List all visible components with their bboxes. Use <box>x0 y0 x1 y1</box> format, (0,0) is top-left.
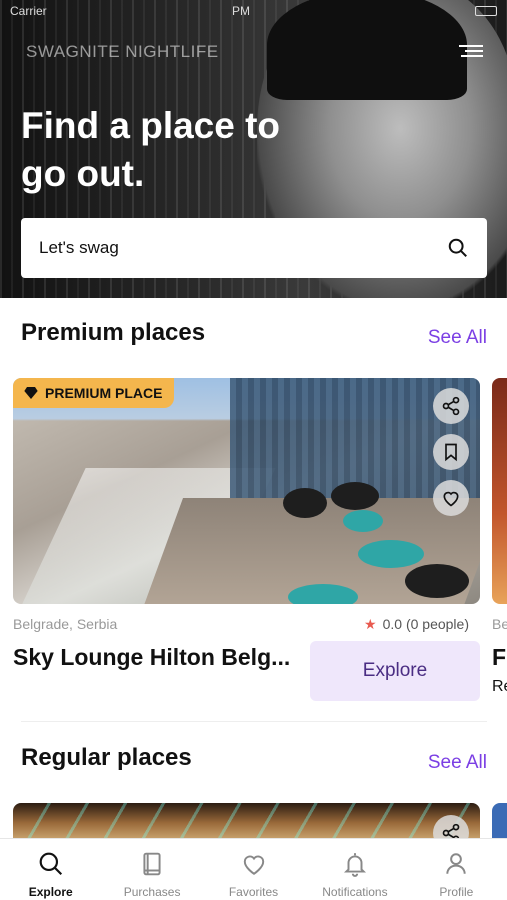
next-place-sub: Re <box>492 678 507 695</box>
regular-section-title: Regular places <box>21 744 192 771</box>
rating-text: 0.0 (0 people) <box>382 616 469 632</box>
next-regular-card[interactable] <box>492 803 507 843</box>
hero-portrait-hair <box>267 0 467 100</box>
regular-place-image[interactable] <box>13 803 480 843</box>
next-place-card[interactable] <box>492 378 507 604</box>
tab-label: Profile <box>439 885 474 899</box>
section-divider <box>21 721 487 722</box>
search-icon <box>39 852 62 876</box>
premium-badge-label: PREMIUM PLACE <box>45 385 163 401</box>
book-icon <box>143 852 161 876</box>
page-headline: Find a place to go out. <box>21 105 281 194</box>
user-icon <box>446 853 466 874</box>
share-icon <box>442 396 460 416</box>
search-input[interactable]: Let's swag <box>21 218 487 278</box>
tab-favorites[interactable]: Favorites <box>203 839 304 900</box>
place-name[interactable]: Sky Lounge Hilton Belg... <box>13 644 305 671</box>
star-icon: ★ <box>364 616 377 632</box>
favorite-button[interactable] <box>433 480 469 516</box>
search-text: Let's swag <box>39 238 119 257</box>
status-time: PM <box>232 4 250 18</box>
tab-label: Explore <box>28 885 73 899</box>
tab-label: Favorites <box>228 885 279 899</box>
tab-label: Notifications <box>322 885 388 899</box>
bookmark-icon <box>445 443 457 462</box>
premium-place-card[interactable]: PREMIUM PLACE Belgrade, Serbia ★ 0.0 (0 p… <box>13 378 480 701</box>
bell-icon <box>343 853 366 877</box>
explore-button[interactable]: Explore <box>310 641 480 701</box>
tab-profile[interactable]: Profile <box>406 839 507 900</box>
tab-purchases[interactable]: Purchases <box>101 839 202 900</box>
premium-see-all-link[interactable]: See All <box>428 327 487 349</box>
bottom-tab-bar: Explore Purchases Favorites Notification… <box>0 838 507 900</box>
place-image[interactable]: PREMIUM PLACE <box>13 378 480 604</box>
regular-see-all-link[interactable]: See All <box>428 752 487 774</box>
menu-button[interactable] <box>459 42 483 62</box>
brand-logo: SWAGNITE NIGHTLIFE <box>26 42 219 61</box>
hero-banner: Carrier PM SWAGNITE NIGHTLIFE Find a pla… <box>0 0 507 298</box>
heart-icon <box>243 855 264 875</box>
battery-icon <box>475 6 497 16</box>
tab-notifications[interactable]: Notifications <box>304 839 405 900</box>
diamond-icon <box>24 387 38 399</box>
place-rating: ★ 0.0 (0 people) <box>364 616 469 633</box>
share-button[interactable] <box>433 388 469 424</box>
tab-label: Purchases <box>123 885 181 899</box>
next-place-location: Be <box>492 616 507 632</box>
premium-section-title: Premium places <box>21 319 206 346</box>
heart-icon <box>443 491 459 507</box>
next-place-name: F <box>492 644 507 670</box>
bookmark-button[interactable] <box>433 434 469 470</box>
tab-explore[interactable]: Explore <box>0 839 101 900</box>
menu-icon <box>459 45 483 47</box>
premium-badge: PREMIUM PLACE <box>13 378 175 408</box>
search-icon[interactable] <box>447 237 469 259</box>
status-carrier: Carrier <box>10 4 47 18</box>
